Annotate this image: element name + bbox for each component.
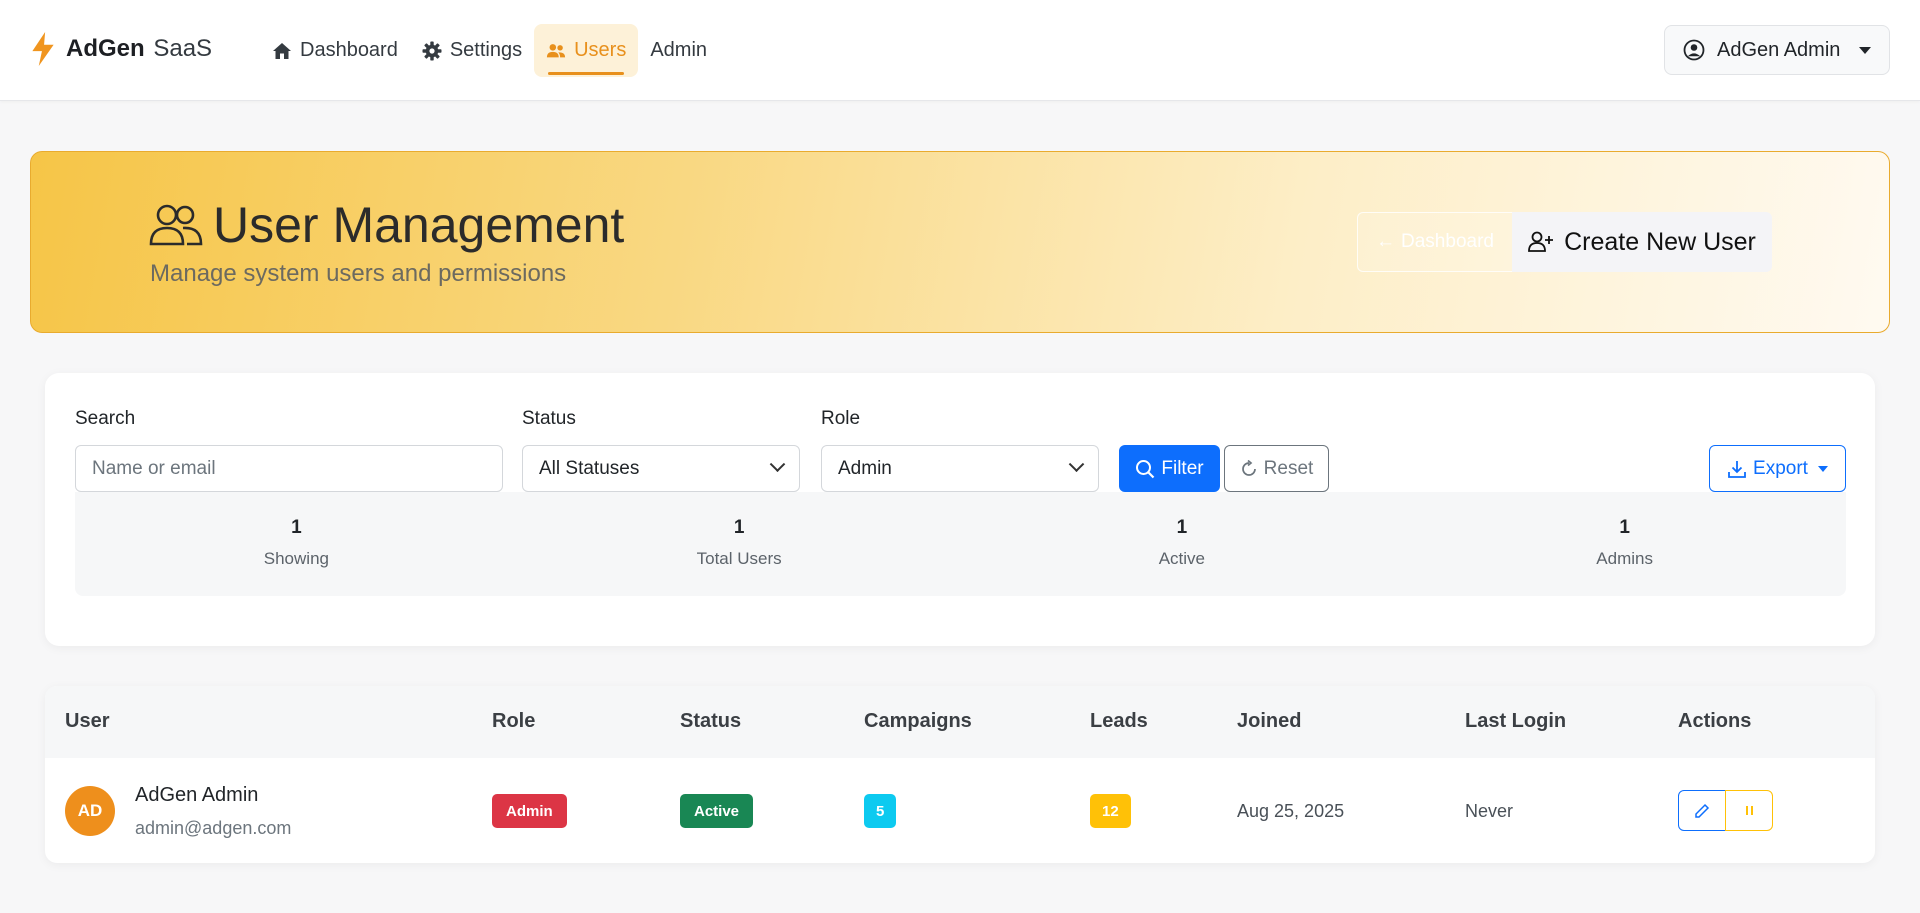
status-label: Status	[522, 408, 576, 429]
page-title: User Management	[149, 196, 624, 254]
nav-item-admin[interactable]: Admin	[638, 24, 719, 77]
user-menu-dropdown[interactable]: AdGen Admin	[1664, 25, 1890, 75]
user-circle-icon	[1683, 39, 1705, 61]
edit-user-button[interactable]	[1678, 790, 1726, 831]
brand-suffix: SaaS	[153, 35, 213, 62]
export-dropdown-button[interactable]: Export	[1709, 445, 1846, 492]
main-nav: Dashboard Settings Users Admin	[260, 24, 719, 77]
stat-value: 1	[733, 517, 745, 538]
reset-button[interactable]: Reset	[1224, 445, 1329, 492]
role-badge: Admin	[492, 794, 567, 828]
status-badge: Active	[680, 794, 754, 828]
create-button-label: Create New User	[1564, 227, 1756, 256]
nav-item-label: Admin	[650, 39, 708, 61]
search-label: Search	[75, 408, 136, 429]
users-icon	[547, 43, 566, 57]
campaigns-count-badge: 5	[864, 794, 897, 828]
leads-count-badge: 12	[1090, 794, 1131, 828]
home-icon	[273, 42, 291, 59]
user-plus-icon	[1528, 231, 1554, 252]
status-select[interactable]: All Statuses	[522, 445, 800, 492]
avatar: AD	[65, 786, 115, 836]
lightning-bolt-icon	[32, 32, 54, 66]
stat-value: 1	[1176, 517, 1188, 538]
arrow-left-icon: ←	[1376, 231, 1396, 252]
stat-admins: 1 Admins	[1403, 492, 1846, 596]
nav-item-dashboard[interactable]: Dashboard	[260, 24, 410, 77]
caret-down-icon	[1859, 46, 1871, 54]
stat-label: Showing	[263, 549, 329, 568]
table-header: User Role Status Campaigns Leads Joined …	[45, 686, 1875, 758]
joined-date: Aug 25, 2025	[1237, 801, 1345, 821]
search-input[interactable]: Name or email	[75, 445, 503, 492]
user-name: AdGen Admin	[135, 784, 259, 806]
stat-showing: 1 Showing	[75, 492, 518, 596]
top-navbar: AdGen SaaS Dashboard Settings Users Admi…	[0, 0, 1920, 101]
back-button-label: Dashboard	[1401, 231, 1494, 252]
filter-button[interactable]: Filter	[1119, 445, 1220, 492]
chevron-down-icon	[1068, 456, 1085, 473]
gear-icon	[422, 41, 442, 60]
brand[interactable]: AdGen SaaS	[30, 32, 212, 66]
user-email: admin@adgen.com	[135, 818, 292, 838]
export-button-label: Export	[1753, 457, 1808, 479]
refresh-icon	[1241, 459, 1256, 476]
stat-total-users: 1 Total Users	[518, 492, 961, 596]
stat-label: Admins	[1596, 549, 1653, 568]
status-select-value: All Statuses	[539, 457, 640, 479]
role-label: Role	[821, 408, 861, 429]
caret-down-icon	[1817, 465, 1828, 472]
role-select[interactable]: Admin	[821, 445, 1099, 492]
stat-label: Total Users	[696, 549, 782, 568]
nav-item-label: Settings	[449, 39, 523, 61]
column-header-leads[interactable]: Leads	[1090, 710, 1148, 733]
reset-button-label: Reset	[1263, 457, 1314, 479]
column-header-campaigns[interactable]: Campaigns	[864, 710, 972, 733]
column-header-last-login[interactable]: Last Login	[1465, 710, 1566, 733]
users-table: User Role Status Campaigns Leads Joined …	[45, 686, 1875, 863]
column-header-actions: Actions	[1678, 710, 1752, 732]
stat-active: 1 Active	[961, 492, 1404, 596]
nav-item-label: Users	[574, 39, 627, 61]
stat-value: 1	[1619, 517, 1630, 538]
search-icon	[1136, 459, 1155, 478]
stat-label: Active	[1158, 549, 1206, 568]
last-login: Never	[1465, 801, 1514, 821]
filter-panel: Search Name or email Status All Statuses…	[45, 373, 1875, 646]
people-icon	[149, 204, 203, 246]
stats-summary: 1 Showing 1 Total Users 1 Active 1 Admin…	[75, 492, 1846, 596]
column-header-role[interactable]: Role	[492, 710, 535, 733]
stat-value: 1	[291, 517, 302, 538]
filter-button-label: Filter	[1161, 457, 1204, 479]
download-icon	[1728, 460, 1746, 478]
brand-name: AdGen	[66, 35, 145, 62]
user-menu-label: AdGen Admin	[1717, 38, 1841, 61]
page-header-banner: User Management Manage system users and …	[30, 151, 1890, 333]
pause-icon-bar	[1750, 806, 1753, 815]
suspend-user-button[interactable]	[1725, 790, 1773, 831]
chevron-down-icon	[769, 456, 786, 473]
back-to-dashboard-button[interactable]: ← Dashboard	[1357, 212, 1512, 272]
page-title-text: User Management	[213, 197, 625, 253]
column-header-joined[interactable]: Joined	[1237, 710, 1301, 733]
pause-icon	[1745, 806, 1748, 815]
pencil-icon	[1695, 803, 1710, 818]
page-subtitle: Manage system users and permissions	[150, 260, 567, 287]
nav-item-settings[interactable]: Settings	[410, 24, 534, 77]
column-header-user[interactable]: User	[65, 710, 109, 733]
create-new-user-button[interactable]: Create New User	[1512, 212, 1772, 272]
role-select-value: Admin	[838, 457, 892, 479]
nav-item-users[interactable]: Users	[534, 24, 639, 77]
column-header-status[interactable]: Status	[680, 710, 741, 733]
nav-item-label: Dashboard	[300, 39, 398, 61]
header-actions: ← Dashboard Create New User	[1357, 212, 1772, 272]
